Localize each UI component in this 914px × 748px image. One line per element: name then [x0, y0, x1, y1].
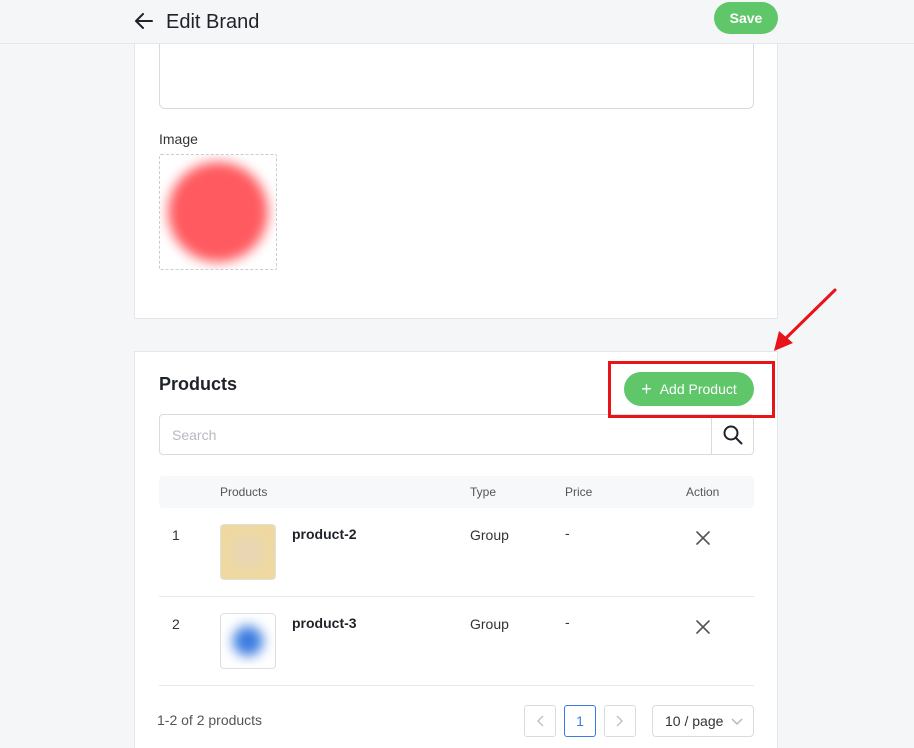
annotation-highlight-box — [608, 361, 775, 418]
product-name[interactable]: product-2 — [292, 526, 357, 542]
column-header-products: Products — [220, 485, 268, 499]
save-button[interactable]: Save — [714, 2, 778, 34]
chevron-right-icon — [616, 715, 624, 727]
search-input[interactable] — [160, 415, 711, 454]
brand-details-card: Image — [134, 44, 778, 319]
search-button[interactable] — [711, 415, 753, 454]
chevron-down-icon — [731, 718, 743, 726]
pagination-summary: 1-2 of 2 products — [157, 712, 263, 728]
image-label: Image — [159, 131, 198, 147]
top-bar: Edit Brand Save — [0, 0, 914, 44]
table-header: Products Type Price Action — [159, 476, 754, 508]
row-index: 2 — [172, 616, 180, 632]
page-title: Edit Brand — [166, 11, 260, 33]
next-page-button[interactable] — [604, 705, 636, 737]
products-section-title: Products — [159, 374, 238, 394]
product-name[interactable]: product-3 — [292, 615, 357, 631]
chevron-left-icon — [536, 715, 544, 727]
page-size-value: 10 / page — [665, 713, 724, 729]
product-price: - — [565, 525, 570, 541]
page-size-select[interactable]: 10 / page — [652, 705, 754, 737]
column-header-action: Action — [686, 485, 720, 499]
annotation-arrow-icon — [774, 288, 837, 351]
row-index: 1 — [172, 527, 180, 543]
previous-page-button[interactable] — [524, 705, 556, 737]
table-row: 1 product-2 Group - — [159, 508, 754, 597]
description-textarea[interactable] — [159, 44, 754, 109]
remove-icon[interactable] — [694, 618, 712, 636]
column-header-price: Price — [565, 485, 593, 499]
table-row: 2 product-3 Group - — [159, 597, 754, 686]
product-price: - — [565, 614, 570, 630]
product-search — [159, 414, 754, 455]
column-header-type: Type — [470, 485, 497, 499]
brand-image-upload[interactable] — [159, 154, 277, 270]
page-button-current[interactable]: 1 — [564, 705, 596, 737]
product-thumbnail — [220, 524, 276, 580]
brand-image — [168, 162, 268, 262]
product-type: Group — [470, 616, 509, 632]
product-type: Group — [470, 527, 509, 543]
back-arrow-icon[interactable] — [132, 9, 156, 33]
remove-icon[interactable] — [694, 529, 712, 547]
search-icon — [723, 425, 742, 444]
product-thumbnail — [220, 613, 276, 669]
